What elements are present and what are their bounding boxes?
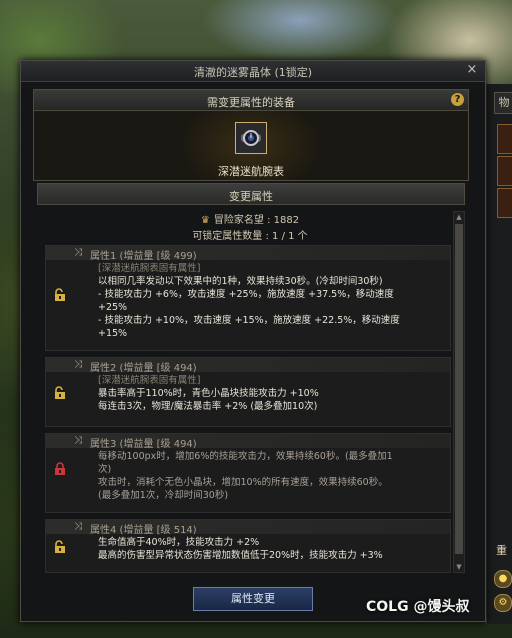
attribute-line: +15%: [98, 328, 128, 339]
unlock-icon[interactable]: [54, 540, 66, 554]
attribute-title: 属性4 (增益量 [级 514): [90, 525, 197, 536]
attribute-line: (最多叠加1次，冷却时间30秒): [98, 490, 229, 501]
reputation-text: 冒险家名望 : 1882: [213, 215, 300, 226]
attribute-line: - 技能攻击力 +6%，攻击速度 +25%，施放速度 +37.5%，移动速度: [98, 289, 394, 300]
attribute-header: ⤨ 属性3 (增益量 [级 494): [46, 434, 450, 450]
scroll-up-icon[interactable]: ▲: [454, 212, 464, 222]
equipment-name: 深潜迷航腕表: [218, 165, 284, 178]
help-icon[interactable]: ?: [451, 93, 464, 106]
attribute-line: [深潜迷航腕表固有属性]: [98, 375, 201, 386]
change-attribute-button[interactable]: 属性变更: [193, 587, 313, 611]
attribute-header: ⤨ 属性4 (增益量 [级 514): [46, 520, 450, 536]
attribute-card-2[interactable]: ⤨ 属性2 (增益量 [级 494) [深潜迷航腕表固有属性] 暴击率高于110…: [45, 357, 451, 427]
attribute-line: 以相同几率发动以下效果中的1种，效果持续30秒。(冷却时间30秒): [98, 276, 383, 287]
attribute-title: 属性1 (增益量 [级 499): [90, 251, 197, 262]
attribute-title: 属性2 (增益量 [级 494): [90, 363, 197, 374]
attribute-line: [深潜迷航腕表固有属性]: [98, 263, 201, 274]
attribute-card-4[interactable]: ⤨ 属性4 (增益量 [级 514) 生命值高于40%时，技能攻击力 +2% 最…: [45, 519, 451, 573]
attribute-line: 次): [98, 464, 112, 475]
attribute-line: 每连击3次，物理/魔法暴击率 +2% (最多叠加10次): [98, 401, 318, 412]
side-equip-slot[interactable]: [497, 188, 512, 218]
attribute-line: 攻击时，消耗个无色小晶块，增加10%的所有速度，效果持续60秒。: [98, 477, 388, 488]
reputation-icon: ♛: [200, 215, 210, 226]
attribute-header: ⤨ 属性1 (增益量 [级 499): [46, 246, 450, 262]
close-icon[interactable]: ×: [465, 63, 479, 77]
attribute-line: 最高的伤害型异常状态伤害增加数值低于20%时，技能攻击力 +3%: [98, 550, 383, 561]
side-equip-slot[interactable]: [497, 156, 512, 186]
attribute-title: 属性3 (增益量 [级 494): [90, 439, 197, 450]
coin-icon: ●: [494, 570, 512, 588]
side-tab[interactable]: 物: [494, 92, 512, 114]
shuffle-icon: ⤨: [74, 521, 82, 532]
side-label: 重: [496, 544, 507, 557]
info-block: ♛ 冒险家名望 : 1882 可锁定属性数量 : 1 / 1 个: [37, 209, 463, 245]
scrollbar[interactable]: ▲ ▼: [453, 211, 465, 573]
attribute-line: - 技能攻击力 +10%，攻击速度 +15%，施放速度 +22.5%，移动速度: [98, 315, 400, 326]
equipment-header: 需变更属性的装备 ?: [34, 90, 468, 111]
scroll-down-icon[interactable]: ▼: [454, 562, 464, 572]
gear-icon[interactable]: ⚙: [494, 594, 512, 612]
attribute-line: 每移动100px时，增加6%的技能攻击力，效果持续60秒。(最多叠加1: [98, 451, 393, 462]
attribute-lines: [深潜迷航腕表固有属性] 暴击率高于110%时，青色小晶块技能攻击力 +10% …: [98, 374, 442, 413]
attribute-card-3[interactable]: ⤨ 属性3 (增益量 [级 494) 每移动100px时，增加6%的技能攻击力，…: [45, 433, 451, 513]
change-attribute-label: 变更属性: [229, 190, 273, 203]
attribute-change-window: 清澈的迷雾晶体 (1锁定) × 需变更属性的装备 ? 深潜迷航腕表 变更属性 ♛…: [20, 60, 486, 622]
unlock-icon[interactable]: [54, 386, 66, 400]
window-title: 清澈的迷雾晶体 (1锁定): [193, 66, 313, 79]
attribute-card-1[interactable]: ⤨ 属性1 (增益量 [级 499) [深潜迷航腕表固有属性] 以相同几率发动以…: [45, 245, 451, 351]
lockable-count: 可锁定属性数量 : 1 / 1 个: [192, 231, 308, 242]
attribute-lines: [深潜迷航腕表固有属性] 以相同几率发动以下效果中的1种，效果持续30秒。(冷却…: [98, 262, 442, 340]
change-attribute-header: 变更属性: [37, 183, 465, 205]
title-bar: 清澈的迷雾晶体 (1锁定) ×: [21, 61, 485, 82]
attribute-header: ⤨ 属性2 (增益量 [级 494): [46, 358, 450, 374]
shuffle-icon: ⤨: [74, 435, 82, 446]
watermark: COLG @馒头叔: [366, 599, 470, 615]
scrollbar-thumb[interactable]: [455, 224, 463, 554]
watch-icon[interactable]: [235, 122, 267, 154]
equipment-header-label: 需变更属性的装备: [207, 96, 295, 109]
lock-icon[interactable]: [54, 462, 66, 476]
side-equip-slot[interactable]: [497, 124, 512, 154]
attribute-line: +25%: [98, 302, 128, 313]
attribute-lines: 生命值高于40%时，技能攻击力 +2% 最高的伤害型异常状态伤害增加数值低于20…: [98, 536, 442, 562]
shuffle-icon: ⤨: [74, 247, 82, 258]
reputation-line: ♛ 冒险家名望 : 1882: [37, 211, 463, 226]
attribute-line: 生命值高于40%时，技能攻击力 +2%: [98, 537, 260, 548]
equipment-panel: 需变更属性的装备 ? 深潜迷航腕表: [33, 89, 469, 181]
attribute-line: 暴击率高于110%时，青色小晶块技能攻击力 +10%: [98, 388, 319, 399]
shuffle-icon: ⤨: [74, 359, 82, 370]
unlock-icon[interactable]: [54, 288, 66, 302]
attribute-lines: 每移动100px时，增加6%的技能攻击力，效果持续60秒。(最多叠加1 次) 攻…: [98, 450, 442, 502]
